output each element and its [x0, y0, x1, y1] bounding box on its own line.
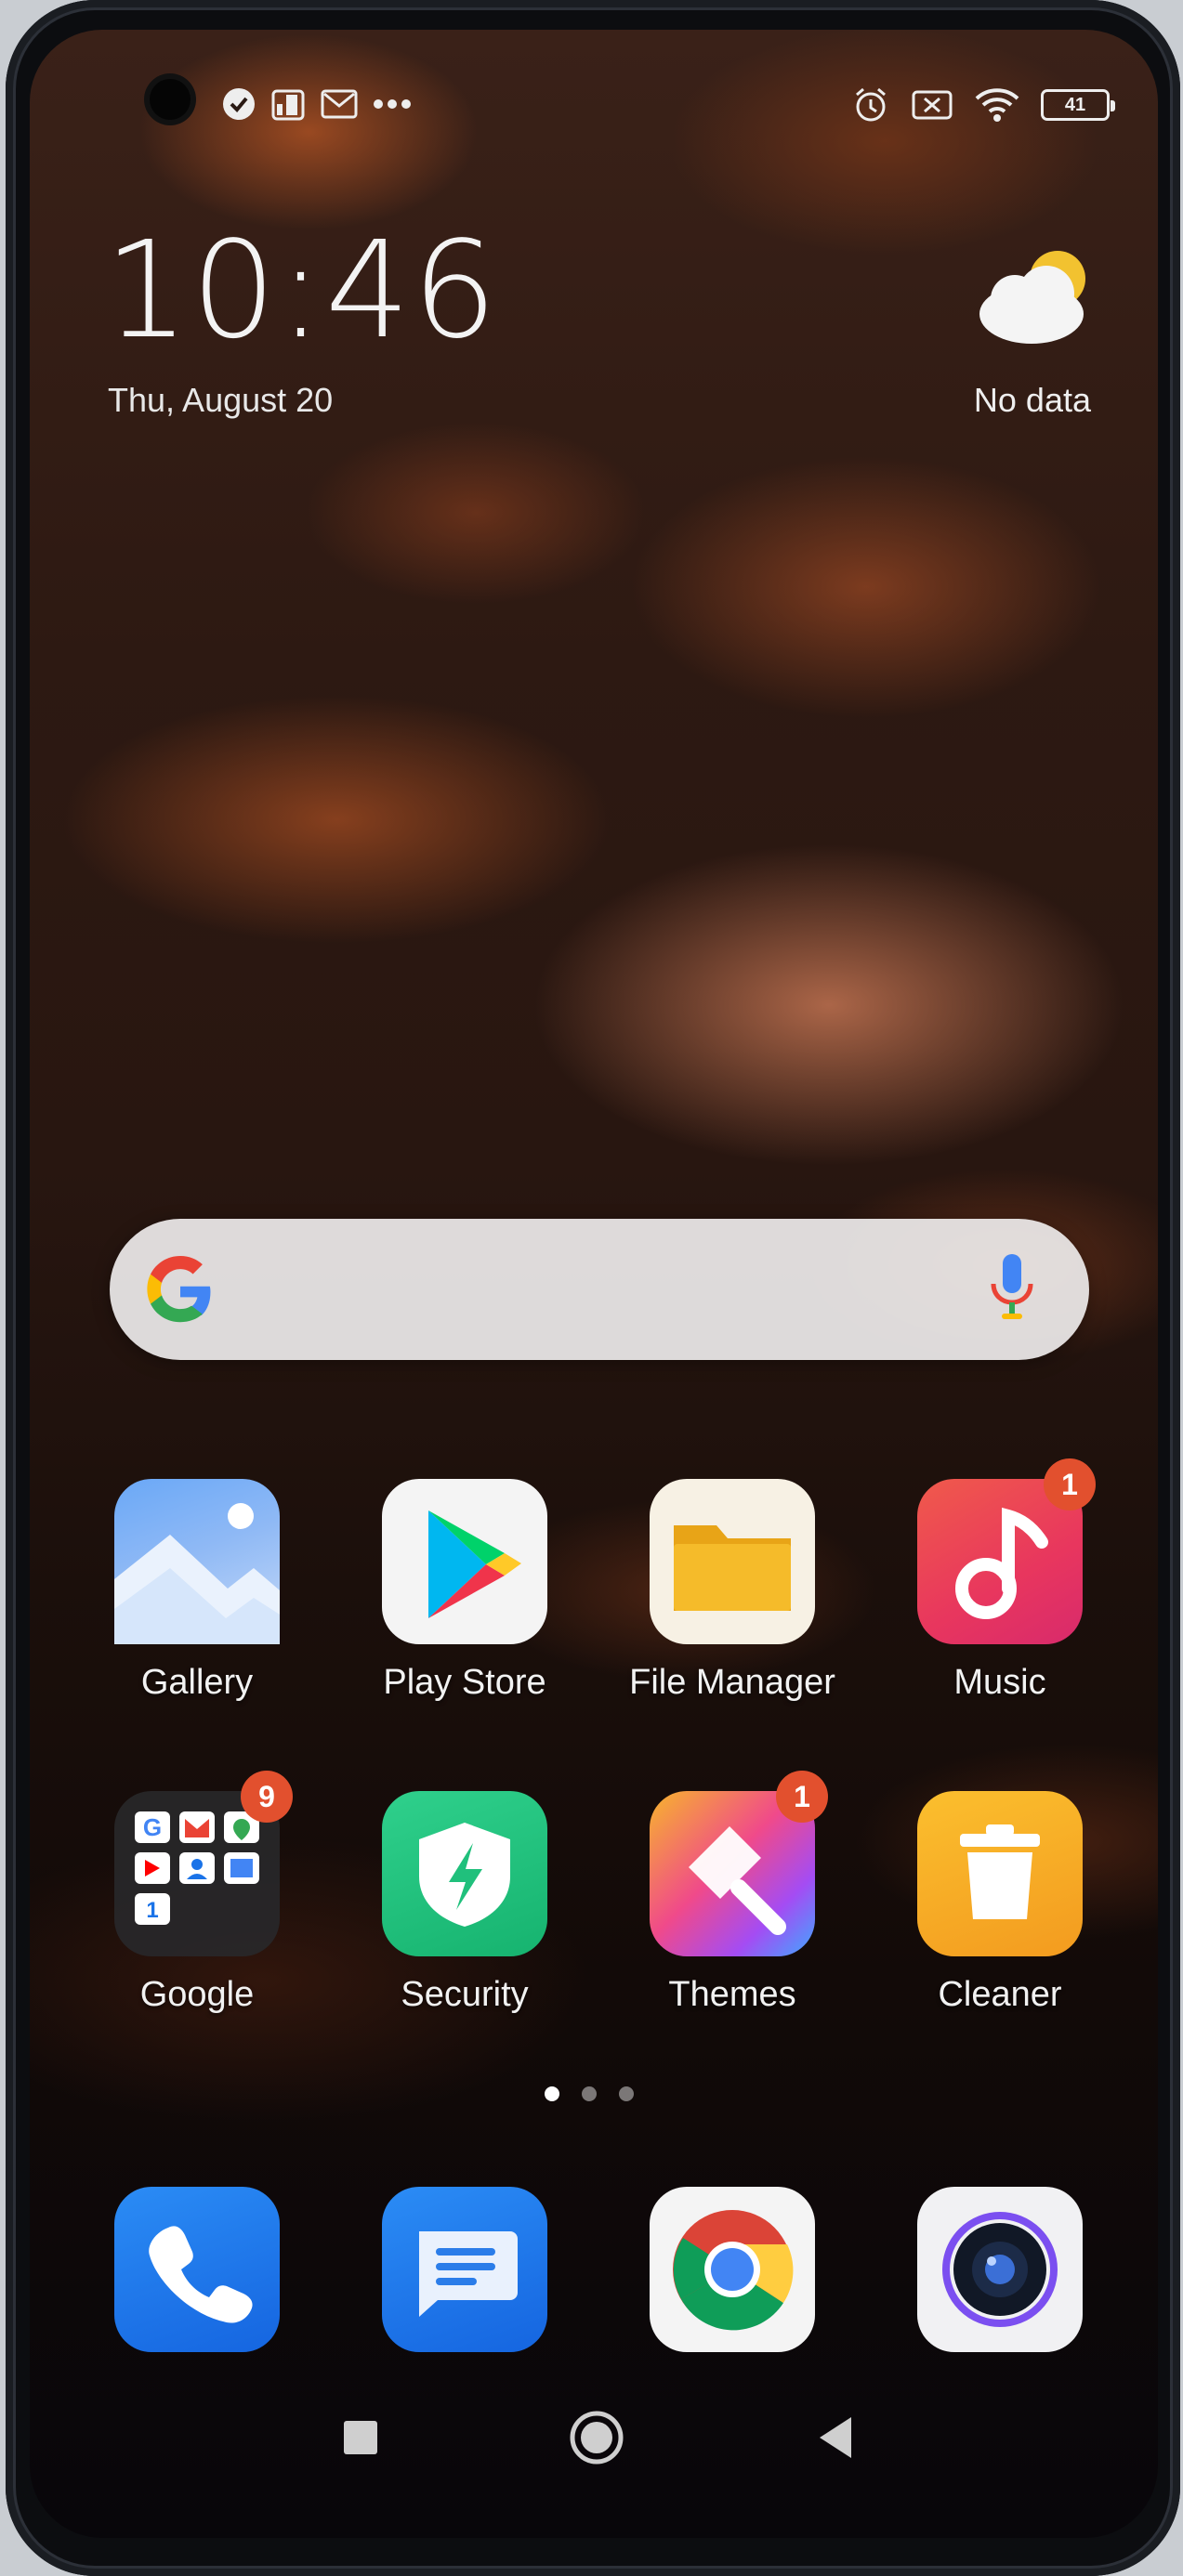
home-circle-icon[interactable] [569, 2410, 624, 2470]
app-label: Security [401, 1975, 529, 2014]
app-label: Google [139, 1975, 255, 2014]
app-label: Cleaner [938, 1975, 1062, 2014]
google-search-bar[interactable] [110, 1219, 1089, 1360]
app-gallery[interactable]: Gallery [85, 1479, 309, 1703]
gallery-icon [114, 1479, 280, 1644]
app-label: Play Store [383, 1663, 546, 1702]
chrome-icon [650, 2187, 815, 2352]
music-note-icon: 1 [917, 1458, 1096, 1644]
front-camera [150, 79, 191, 120]
more-notifications-icon [372, 97, 413, 111]
app-themes[interactable]: 1 Themes [621, 1771, 844, 2015]
partly-cloudy-icon[interactable] [970, 242, 1100, 353]
app-label: Music [953, 1663, 1046, 1702]
status-bar-left [221, 85, 413, 123]
app-cleaner[interactable]: Cleaner [888, 1791, 1111, 2015]
svg-text:1: 1 [146, 1898, 158, 1923]
camera-icon [917, 2187, 1083, 2352]
messages-icon [382, 2187, 547, 2352]
home-screen: 41 10:46 Thu, August 20 No data Gallery … [30, 30, 1158, 2538]
app-file-manager[interactable]: File Manager [621, 1479, 844, 1703]
paintbrush-icon: 1 [650, 1771, 828, 1956]
shield-icon [382, 1791, 547, 1956]
page-dot[interactable] [545, 2086, 559, 2101]
page-dot[interactable] [619, 2086, 634, 2101]
google-folder-icon: G 1 9 [114, 1771, 293, 1956]
clock-date[interactable]: Thu, August 20 [108, 381, 333, 420]
notification-badge: 9 [241, 1771, 293, 1823]
folder-icon [650, 1479, 815, 1644]
gmail-notification-icon [320, 86, 359, 122]
phone-icon [114, 2187, 280, 2352]
dock-chrome[interactable] [621, 2187, 844, 2352]
notification-badge: 1 [1044, 1458, 1096, 1510]
google-g-icon [145, 1256, 216, 1327]
sim-off-icon [911, 87, 953, 123]
dock-messages[interactable] [353, 2187, 576, 2352]
app-label: File Manager [629, 1663, 835, 1702]
app-google-folder[interactable]: G 1 9 Google [85, 1771, 309, 2015]
app-music[interactable]: 1 Music [888, 1458, 1111, 1703]
page-dot[interactable] [582, 2086, 597, 2101]
page-indicator[interactable] [545, 2086, 634, 2101]
battery-indicator: 41 [1041, 89, 1115, 121]
trash-icon [917, 1791, 1083, 1956]
back-triangle-icon[interactable] [816, 2415, 855, 2465]
notification-app-icon [269, 85, 307, 123]
check-circle-icon [221, 86, 256, 122]
svg-text:G: G [143, 1813, 162, 1841]
dock-phone[interactable] [85, 2187, 309, 2352]
wifi-icon [974, 87, 1020, 123]
phone-frame: 41 10:46 Thu, August 20 No data Gallery … [6, 0, 1180, 2576]
microphone-icon[interactable] [989, 1250, 1035, 1328]
app-play-store[interactable]: Play Store [353, 1479, 576, 1703]
app-label: Gallery [140, 1663, 254, 1702]
weather-status[interactable]: No data [974, 381, 1091, 420]
alarm-icon [851, 85, 890, 124]
clock-time[interactable]: 10:46 [104, 223, 499, 357]
dock-camera[interactable] [888, 2187, 1111, 2352]
status-bar-right: 41 [851, 85, 1115, 124]
app-label: Themes [668, 1975, 796, 2014]
play-store-icon [382, 1479, 547, 1644]
app-security[interactable]: Security [353, 1791, 576, 2015]
recents-square-icon[interactable] [342, 2419, 379, 2461]
notification-badge: 1 [776, 1771, 828, 1823]
